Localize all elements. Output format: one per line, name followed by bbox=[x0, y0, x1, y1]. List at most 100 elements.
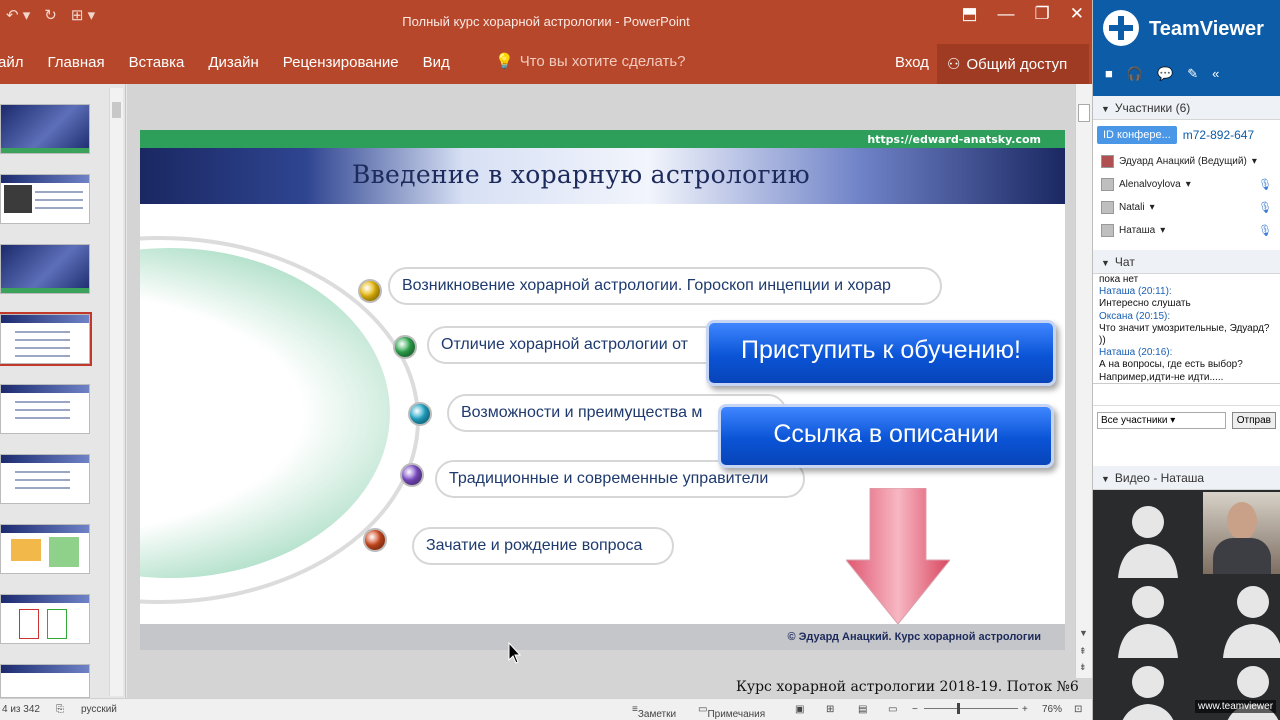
comments-button[interactable]: ▭ Примечания bbox=[698, 704, 765, 720]
zoom-in-icon[interactable]: + bbox=[1022, 704, 1028, 715]
chat-header[interactable]: ▼ Чат bbox=[1093, 250, 1280, 274]
chevron-down-icon[interactable]: ▾ bbox=[1160, 225, 1165, 236]
fit-slide-icon[interactable]: ⊡ bbox=[1074, 704, 1082, 715]
agenda-item: Зачатие и рождение вопроса bbox=[412, 527, 674, 565]
person-icon: ⚇ bbox=[947, 56, 961, 73]
slide-thumbnail[interactable] bbox=[0, 524, 90, 574]
chevron-down-icon[interactable]: ▾ bbox=[1150, 202, 1155, 213]
chat-input[interactable] bbox=[1093, 384, 1280, 406]
send-button[interactable]: Отправ bbox=[1231, 412, 1276, 429]
chat-author: Наташа (20:16): bbox=[1099, 347, 1173, 359]
teamviewer-logo-icon bbox=[1103, 10, 1139, 46]
status-bar: 4 из 342 ⎘ русский ≡ Заметки ▭ Примечани… bbox=[0, 698, 1092, 720]
slide-thumbnail[interactable] bbox=[0, 664, 90, 698]
video-grid bbox=[1093, 490, 1280, 720]
close-icon[interactable]: ✕ bbox=[1070, 4, 1084, 24]
share-label: Общий доступ bbox=[966, 55, 1068, 73]
chat-message: пока нет bbox=[1099, 274, 1139, 285]
conference-id-row: ID конфере... m72-892-647 bbox=[1093, 120, 1280, 150]
chat-message: А на вопросы, где есть выбор? bbox=[1099, 359, 1243, 371]
chat-log[interactable]: пока нет Наташа (20:11): Интересно слушать… bbox=[1093, 274, 1280, 384]
slide-thumbnail[interactable] bbox=[0, 594, 90, 644]
zoom-slider-thumb[interactable] bbox=[957, 703, 960, 714]
tab-review[interactable]: Рецензирование bbox=[283, 54, 399, 71]
language-indicator[interactable]: русский bbox=[81, 704, 117, 715]
slideshow-view-icon[interactable]: ▭ bbox=[888, 704, 897, 715]
participant-row[interactable]: Наташа ▾ 🎙 bbox=[1093, 219, 1280, 242]
collapse-icon[interactable]: « bbox=[1212, 66, 1219, 82]
slide-thumbnail-selected[interactable] bbox=[0, 312, 92, 366]
tab-design[interactable]: Дизайн bbox=[208, 54, 258, 71]
tab-view[interactable]: Вид bbox=[423, 54, 450, 71]
microphone-icon[interactable]: 🎙 bbox=[1258, 201, 1272, 214]
notes-label: Заметки bbox=[637, 709, 677, 720]
chat-icon[interactable]: 💬 bbox=[1157, 66, 1173, 82]
conference-id[interactable]: m72-892-647 bbox=[1183, 128, 1254, 142]
slide-thumbnail[interactable] bbox=[0, 454, 90, 504]
maximize-icon[interactable]: ❐ bbox=[1035, 4, 1050, 24]
tell-me-box[interactable]: 💡 Что вы хотите сделать? bbox=[495, 52, 686, 71]
slide-top-bar: https://edward-anatsky.com bbox=[140, 130, 1065, 148]
participant-name: Natali bbox=[1119, 202, 1145, 213]
window-controls: ⬒ — ❐ ✕ bbox=[961, 4, 1084, 24]
normal-view-icon[interactable]: ▣ bbox=[795, 704, 804, 715]
share-button[interactable]: ⚇ Общий доступ bbox=[937, 44, 1089, 84]
scroll-thumb[interactable] bbox=[1078, 104, 1090, 122]
slide-thumbnail[interactable] bbox=[0, 384, 90, 434]
thumbnails-pane bbox=[0, 84, 126, 698]
tab-home[interactable]: Главная bbox=[47, 54, 104, 71]
thumbnails-scrollbar[interactable] bbox=[109, 88, 123, 696]
sorter-view-icon[interactable]: ⊞ bbox=[826, 704, 834, 715]
participant-row[interactable]: Alenalvoylova ▾ 🎙 bbox=[1093, 173, 1280, 196]
notes-button[interactable]: ≡ Заметки bbox=[632, 704, 676, 720]
slide-thumbnail[interactable] bbox=[0, 104, 90, 154]
avatar bbox=[1101, 201, 1114, 214]
participant-silhouette-icon bbox=[1118, 586, 1178, 658]
teamviewer-url: www.teamviewer bbox=[1195, 700, 1277, 713]
scroll-down-icon[interactable]: ▼ bbox=[1079, 628, 1088, 638]
camera-icon[interactable]: ■ bbox=[1105, 66, 1113, 82]
avatar bbox=[1101, 224, 1114, 237]
teamviewer-header: TeamViewer ■ 🎧 💬 ✎ « bbox=[1093, 0, 1280, 96]
ribbon-display-icon[interactable]: ⬒ bbox=[961, 4, 977, 24]
chevron-down-icon[interactable]: ▾ bbox=[1252, 156, 1257, 167]
prev-slide-icon[interactable]: ⇞ bbox=[1079, 646, 1087, 657]
participants-header[interactable]: ▼ Участники (6) bbox=[1093, 96, 1280, 120]
teamviewer-brand: TeamViewer bbox=[1149, 18, 1264, 40]
next-slide-icon[interactable]: ⇟ bbox=[1079, 662, 1087, 673]
participant-name: Alenalvoylova bbox=[1119, 179, 1181, 190]
window-title: Полный курс хорарной астрологии - PowerP… bbox=[402, 14, 690, 29]
slide-thumbnail[interactable] bbox=[0, 174, 90, 224]
microphone-icon[interactable]: 🎙 bbox=[1258, 178, 1272, 191]
conference-id-label: ID конфере... bbox=[1097, 126, 1177, 144]
slide-thumbnail[interactable] bbox=[0, 244, 90, 294]
zoom-level[interactable]: 76% bbox=[1042, 704, 1062, 715]
participant-name: Эдуард Анацкий (Ведущий) bbox=[1119, 156, 1247, 167]
zoom-slider[interactable] bbox=[924, 708, 1018, 709]
participant-silhouette-icon bbox=[1223, 586, 1280, 658]
microphone-icon[interactable]: 🎙 bbox=[1258, 224, 1272, 237]
signin-link[interactable]: Вход bbox=[895, 54, 929, 71]
participant-silhouette-icon bbox=[1118, 506, 1178, 578]
pen-icon[interactable]: ✎ bbox=[1187, 66, 1198, 82]
chevron-down-icon[interactable]: ▾ bbox=[1186, 179, 1191, 190]
zoom-out-icon[interactable]: − bbox=[912, 704, 918, 715]
avatar bbox=[1101, 178, 1114, 191]
ribbon-tabs: айл Главная Вставка Дизайн Рецензировани… bbox=[0, 54, 450, 71]
agenda-item: Возникновение хорарной астрологии. Горос… bbox=[388, 267, 942, 305]
agenda-bullet-green bbox=[393, 335, 417, 359]
editor-scrollbar[interactable]: ▼ ⇞ ⇟ bbox=[1075, 84, 1092, 678]
title-bar: ↶ ▾ ↻ ⊞ ▾ Полный курс хорарной астрологи… bbox=[0, 0, 1092, 44]
participant-row[interactable]: Natali ▾ 🎙 bbox=[1093, 196, 1280, 219]
tell-me-text: Что вы хотите сделать? bbox=[519, 52, 686, 70]
minimize-icon[interactable]: — bbox=[998, 4, 1015, 24]
agenda-bullet-cyan bbox=[408, 402, 432, 426]
video-header[interactable]: ▼ Видео - Наташа bbox=[1093, 466, 1280, 490]
tab-file[interactable]: айл bbox=[0, 54, 23, 71]
spellcheck-icon[interactable]: ⎘ bbox=[56, 704, 64, 715]
reading-view-icon[interactable]: ▤ bbox=[858, 704, 867, 715]
headset-icon[interactable]: 🎧 bbox=[1127, 66, 1143, 82]
participant-row[interactable]: Эдуард Анацкий (Ведущий) ▾ bbox=[1093, 150, 1280, 173]
tab-insert[interactable]: Вставка bbox=[129, 54, 185, 71]
recipient-select[interactable]: Все участники ▾ bbox=[1097, 412, 1226, 429]
